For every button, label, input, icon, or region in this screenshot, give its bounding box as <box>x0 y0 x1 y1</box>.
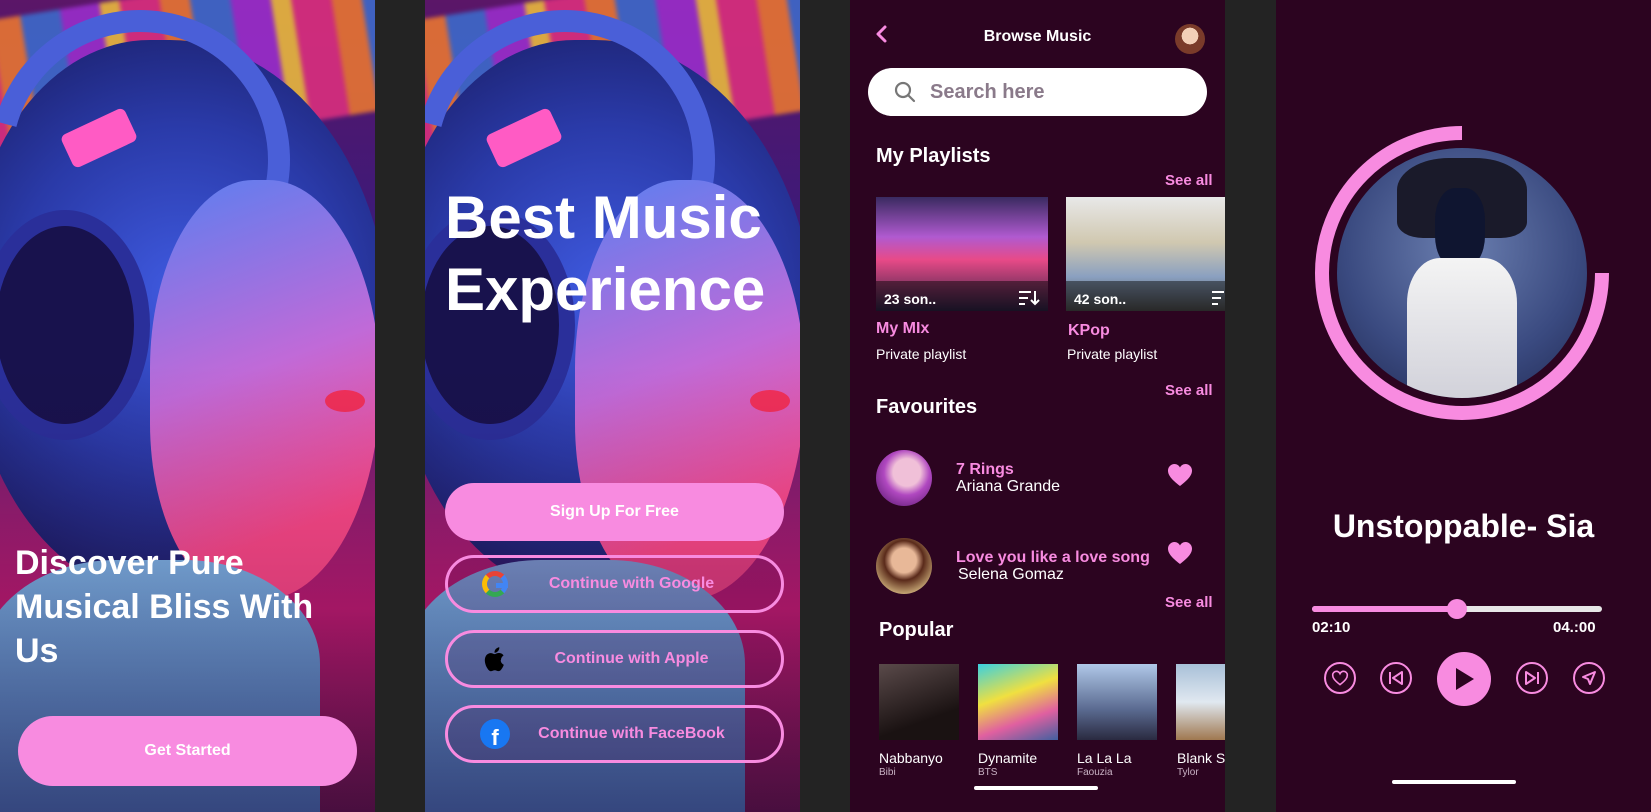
heart-icon[interactable] <box>1324 662 1356 694</box>
popular-song-title: Nabbanyo <box>879 750 943 766</box>
apple-icon <box>480 644 510 674</box>
popular-heading: Popular <box>879 619 954 641</box>
popular-card-blank-space[interactable] <box>1176 664 1225 740</box>
popular-artist: Tylor <box>1177 767 1199 778</box>
favourites-see-all-link[interactable]: See all <box>1165 382 1213 399</box>
popular-card-nabbanyo[interactable] <box>879 664 959 740</box>
heart-icon[interactable] <box>1167 541 1193 565</box>
signup-screen: Best Music Experience Sign Up For Free C… <box>425 0 800 812</box>
sort-icon <box>1212 291 1224 305</box>
hero-headline: Best Music Experience <box>445 184 766 323</box>
sort-icon <box>1019 291 1040 306</box>
search-bar[interactable] <box>868 68 1207 116</box>
favourite-song-title[interactable]: 7 Rings <box>956 461 1014 479</box>
seek-bar-progress <box>1312 606 1457 612</box>
playlist-card-kpop[interactable]: 42 son.. <box>1066 197 1225 311</box>
popular-artist: Faouzia <box>1077 767 1113 778</box>
onboarding-screen: Discover Pure Musical Bliss With Us Get … <box>0 0 375 812</box>
skip-next-icon[interactable] <box>1516 662 1548 694</box>
seek-bar-thumb[interactable] <box>1447 599 1467 619</box>
home-indicator <box>1392 780 1516 784</box>
popular-card-la-la-la[interactable] <box>1077 664 1157 740</box>
playlist-song-count: 23 son.. <box>884 291 937 307</box>
favourites-heading: Favourites <box>876 396 978 418</box>
play-icon <box>1456 668 1474 690</box>
now-playing-screen: Unstoppable- Sia 02:10 04.:00 <box>1276 0 1651 812</box>
artist-avatar <box>876 450 932 506</box>
skip-previous-icon[interactable] <box>1380 662 1412 694</box>
artist-avatar <box>876 538 932 594</box>
page-title: Browse Music <box>983 28 1092 45</box>
popular-song-title: Blank S <box>1177 750 1225 766</box>
search-icon <box>894 81 916 103</box>
popular-see-all-link[interactable]: See all <box>1165 594 1213 611</box>
elapsed-time: 02:10 <box>1312 619 1351 636</box>
google-signin-button[interactable]: Continue with Google <box>445 555 784 613</box>
playlist-name[interactable]: My MIx <box>876 320 929 338</box>
browse-music-screen: Browse Music My Playlists See all 23 son… <box>850 0 1225 812</box>
hero-illustration <box>0 0 375 812</box>
favourite-song-title[interactable]: Love you like a love song <box>956 549 1150 567</box>
google-icon <box>480 569 510 599</box>
facebook-icon: f <box>480 719 510 749</box>
my-playlists-heading: My Playlists <box>876 145 991 167</box>
sign-up-button[interactable]: Sign Up For Free <box>445 483 784 541</box>
popular-artist: Bibi <box>879 767 896 778</box>
album-art <box>1337 148 1587 398</box>
scroll-indicator <box>974 786 1098 790</box>
popular-song-title: Dynamite <box>978 750 1038 766</box>
apple-signin-button[interactable]: Continue with Apple <box>445 630 784 688</box>
popular-song-title: La La La <box>1077 750 1132 766</box>
playlist-privacy: Private playlist <box>876 346 967 362</box>
playlist-privacy: Private playlist <box>1067 346 1158 362</box>
hero-illustration <box>425 0 800 812</box>
share-send-icon[interactable] <box>1573 662 1605 694</box>
get-started-button[interactable]: Get Started <box>18 716 357 786</box>
facebook-signin-button[interactable]: f Continue with FaceBook <box>445 705 784 763</box>
total-duration: 04.:00 <box>1553 619 1596 636</box>
seek-bar[interactable] <box>1312 599 1602 619</box>
profile-avatar[interactable] <box>1175 24 1205 54</box>
hero-headline: Discover Pure Musical Bliss With Us <box>15 544 314 670</box>
popular-card-dynamite[interactable] <box>978 664 1058 740</box>
now-playing-title: Unstoppable- Sia <box>1332 508 1595 544</box>
playlists-see-all-link[interactable]: See all <box>1165 172 1213 189</box>
playlist-name[interactable]: KPop <box>1068 322 1110 340</box>
play-button[interactable] <box>1437 652 1491 706</box>
popular-artist: BTS <box>978 767 998 778</box>
heart-icon[interactable] <box>1167 463 1193 487</box>
favourite-artist: Selena Gomaz <box>958 566 1064 583</box>
search-input[interactable] <box>930 80 1170 104</box>
playlist-card-my-mix[interactable]: 23 son.. <box>876 197 1048 311</box>
playlist-song-count: 42 son.. <box>1074 291 1127 307</box>
app-canvas: Discover Pure Musical Bliss With Us Get … <box>0 0 1651 812</box>
favourite-artist: Ariana Grande <box>956 478 1061 495</box>
